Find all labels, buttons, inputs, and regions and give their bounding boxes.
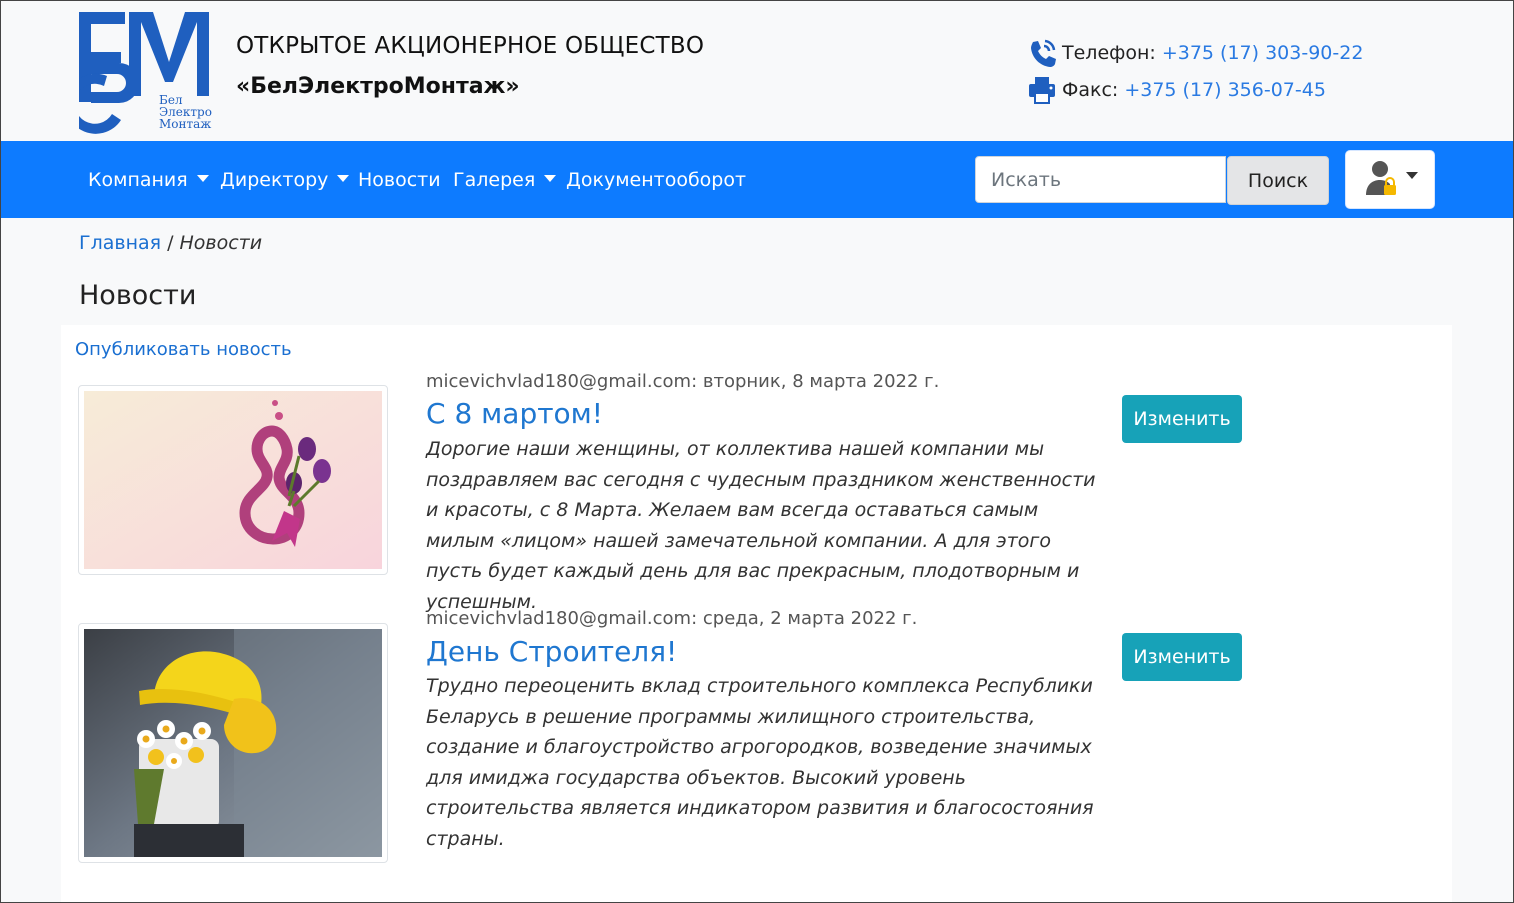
news-thumbnail[interactable] [78, 623, 388, 863]
nav-news-label: Новости [358, 169, 441, 191]
nav-director[interactable]: Директору [220, 169, 350, 191]
chevron-down-icon [196, 175, 209, 182]
fax-link[interactable]: +375 (17) 356-07-45 [1124, 79, 1326, 101]
nav-documents[interactable]: Документооборот [566, 169, 746, 191]
printer-icon [1026, 74, 1058, 106]
user-lock-icon [1366, 161, 1418, 195]
search-button[interactable]: Поиск [1227, 156, 1329, 205]
page-title: Новости [79, 280, 197, 311]
nav-director-label: Директору [220, 169, 329, 191]
builder-day-image [84, 629, 382, 857]
phone-icon [1026, 37, 1058, 69]
company-logo[interactable]: Бел Электро Монтаж [79, 12, 219, 134]
news-list: Опубликовать новость micevichvlad180@gma… [61, 325, 1452, 903]
breadcrumb-current: Новости [179, 232, 263, 254]
search-input[interactable] [975, 156, 1226, 203]
news-text: Трудно переоценить вклад строительного к… [426, 675, 1094, 850]
breadcrumb-separator: / [167, 232, 174, 254]
nav-documents-label: Документооборот [566, 169, 747, 191]
breadcrumb-home[interactable]: Главная [79, 232, 161, 254]
phone-contact: Телефон: +375 (17) 303-90-22 [1026, 37, 1363, 69]
news-meta: micevichvlad180@gmail.com: вторник, 8 ма… [426, 371, 940, 392]
edit-news-button[interactable]: Изменить [1122, 395, 1242, 443]
march-8-image [84, 391, 382, 569]
news-thumbnail[interactable] [78, 385, 388, 575]
logo-caption-3: Монтаж [159, 117, 211, 131]
fax-contact: Факс: +375 (17) 356-07-45 [1026, 74, 1326, 106]
nav-news[interactable]: Новости [358, 169, 441, 191]
news-text: Дорогие наши женщины, от коллектива наше… [426, 438, 1096, 613]
news-meta: micevichvlad180@gmail.com: среда, 2 март… [426, 608, 918, 629]
nav-company-label: Компания [88, 169, 188, 191]
breadcrumb: Главная / Новости [79, 232, 262, 254]
site-header: Бел Электро Монтаж ОТКРЫТОЕ АКЦИОНЕРНОЕ … [0, 0, 1514, 141]
publish-news-link[interactable]: Опубликовать новость [75, 339, 292, 360]
fax-label: Факс: [1062, 79, 1119, 101]
main-navbar: Компания Директору Новости Галерея Докум… [0, 141, 1514, 218]
user-menu-button[interactable] [1346, 151, 1434, 208]
chevron-down-icon [544, 175, 557, 182]
phone-label: Телефон: [1062, 42, 1156, 64]
nav-gallery[interactable]: Галерея [453, 169, 557, 191]
chevron-down-icon [337, 175, 350, 182]
company-type: ОТКРЫТОЕ АКЦИОНЕРНОЕ ОБЩЕСТВО [236, 33, 705, 59]
news-title[interactable]: С 8 мартом! [426, 397, 603, 430]
edit-news-button[interactable]: Изменить [1122, 633, 1242, 681]
company-name: «БелЭлектроМонтаж» [236, 74, 520, 99]
phone-link[interactable]: +375 (17) 303-90-22 [1162, 42, 1364, 64]
nav-gallery-label: Галерея [453, 169, 536, 191]
nav-company[interactable]: Компания [88, 169, 209, 191]
news-title[interactable]: День Строителя! [426, 635, 677, 668]
